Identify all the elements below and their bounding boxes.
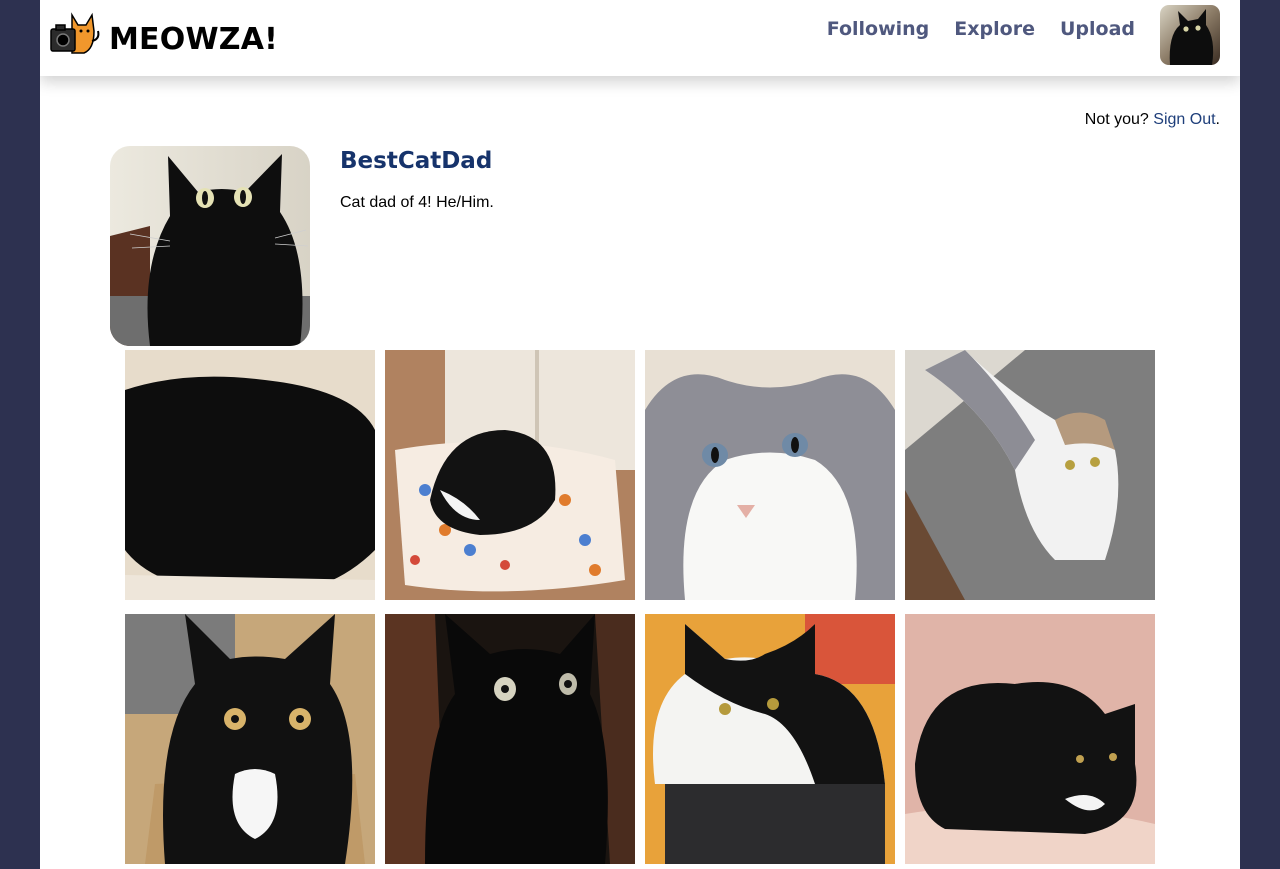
gallery-photo-5[interactable] <box>125 614 375 864</box>
sign-out-link[interactable]: Sign Out <box>1153 111 1215 128</box>
gallery-photo-2[interactable] <box>385 350 635 600</box>
gallery-photo-4[interactable] <box>905 350 1155 600</box>
profile-bio: Cat dad of 4! He/Him. <box>340 194 494 211</box>
gallery-photo-1[interactable] <box>125 350 375 600</box>
top-navbar: MEOWZA! Following Explore Upload <box>40 0 1240 76</box>
cat-camera-logo-icon <box>50 12 100 54</box>
nav-upload-link[interactable]: Upload <box>1060 18 1135 40</box>
signout-line: Not you? Sign Out. <box>1085 111 1220 129</box>
user-avatar-icon[interactable] <box>1160 5 1220 65</box>
not-you-text: Not you? <box>1084 111 1149 128</box>
brand-name: MEOWZA! <box>109 21 278 57</box>
gallery-photo-7[interactable] <box>645 614 895 864</box>
brand[interactable]: MEOWZA! <box>50 8 278 58</box>
gallery-photo-6[interactable] <box>385 614 635 864</box>
page: MEOWZA! Following Explore Upload Not you… <box>40 0 1240 869</box>
nav-explore-link[interactable]: Explore <box>954 18 1035 40</box>
profile-username: BestCatDad <box>340 148 493 174</box>
gallery-photo-8[interactable] <box>905 614 1155 864</box>
signout-suffix: . <box>1215 111 1220 128</box>
profile-photo <box>110 146 310 346</box>
gallery-photo-3[interactable] <box>645 350 895 600</box>
nav-following-link[interactable]: Following <box>827 18 930 40</box>
nav-links: Following Explore Upload <box>827 18 1135 40</box>
